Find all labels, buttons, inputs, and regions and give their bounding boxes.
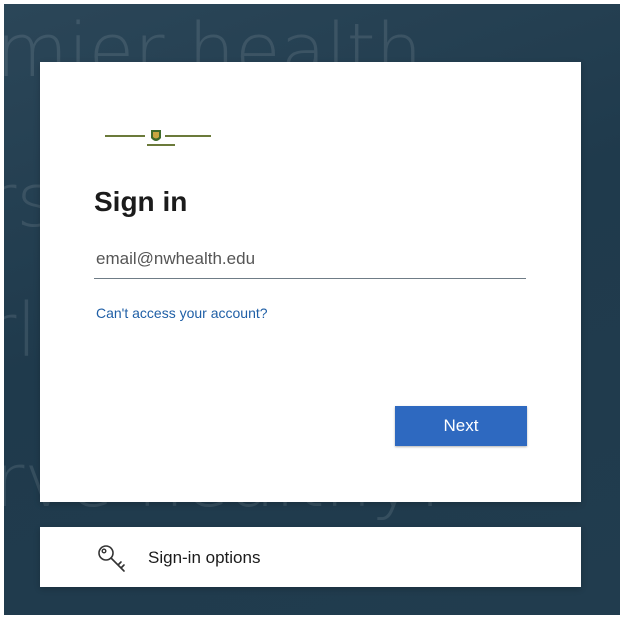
cant-access-account-link[interactable]: Can't access your account? [96, 305, 268, 321]
background-text-line: rl [4, 288, 37, 374]
signin-options-button[interactable]: Sign-in options [40, 527, 581, 587]
university-logo [105, 130, 211, 146]
signin-card: Sign in Can't access your account? Next [40, 62, 581, 502]
key-icon [98, 545, 125, 572]
next-button[interactable]: Next [395, 406, 527, 446]
email-field-wrapper [94, 242, 526, 279]
signin-options-label: Sign-in options [148, 548, 261, 567]
page-title: Sign in [94, 186, 188, 217]
email-field[interactable] [94, 242, 526, 276]
